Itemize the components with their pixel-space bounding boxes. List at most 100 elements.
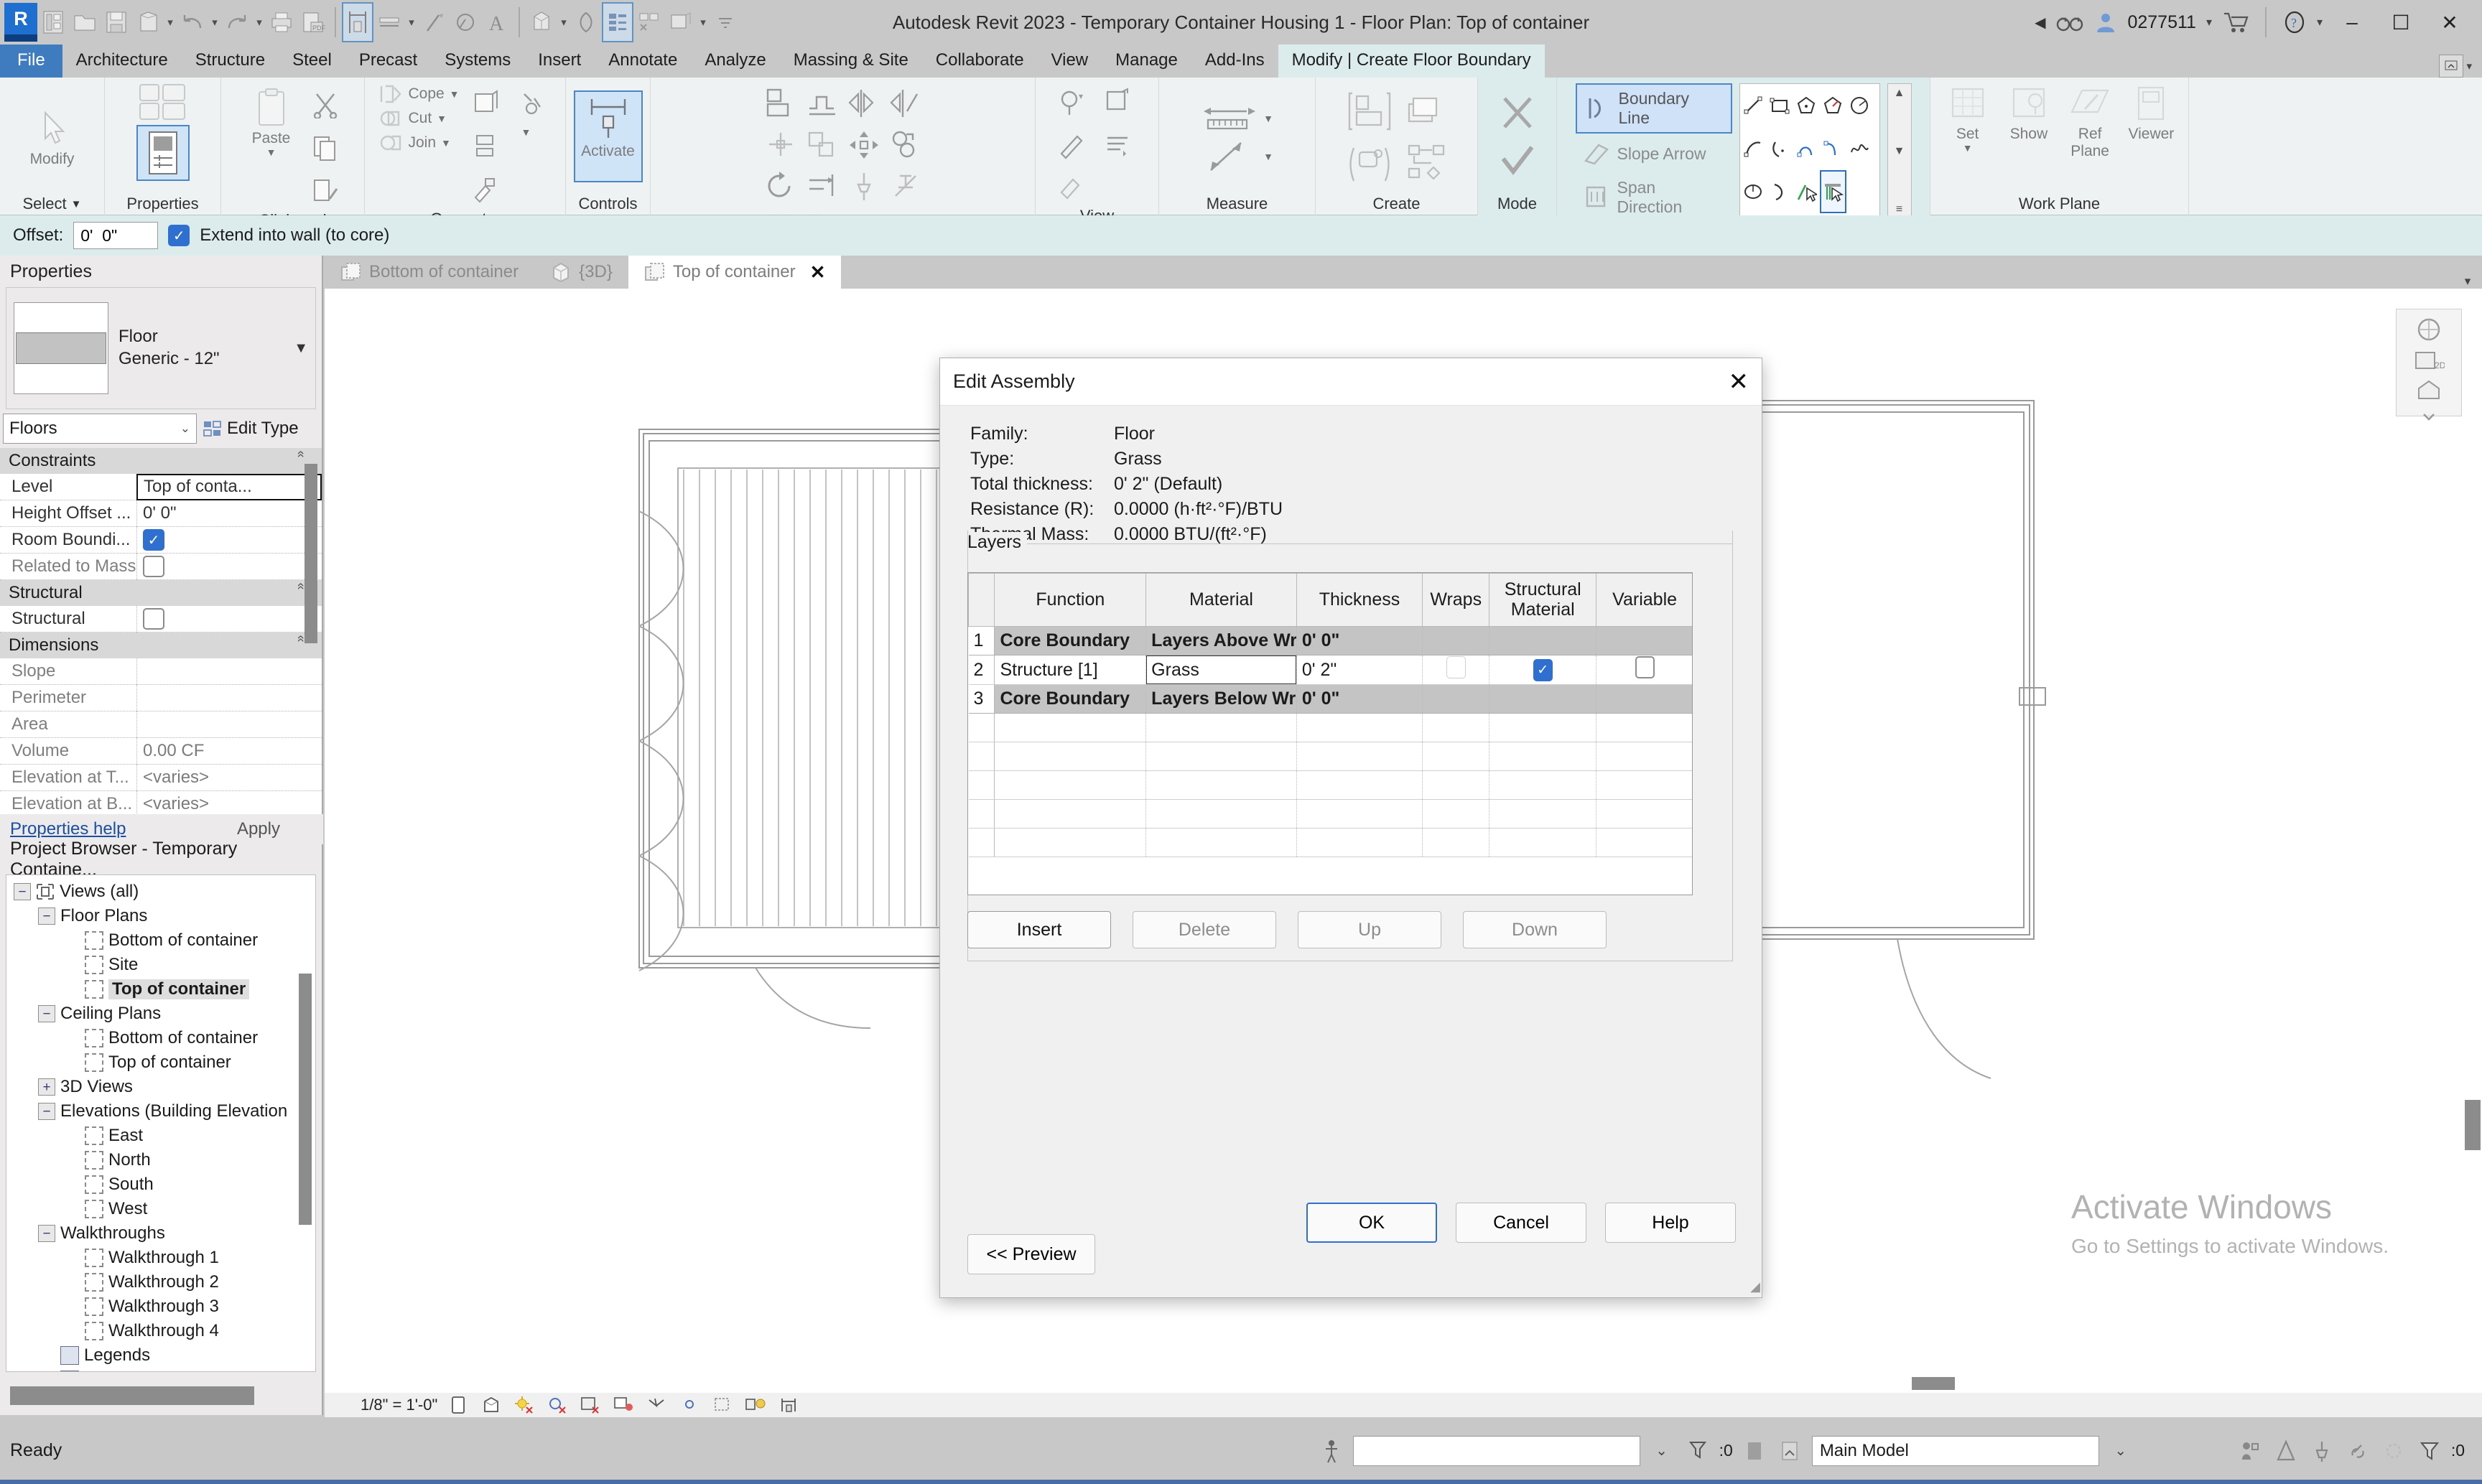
column-header-structural-material[interactable]: Structural Material [1489, 574, 1596, 627]
cell-function-1[interactable]: Core Boundary [995, 627, 1146, 655]
properties-palette-button[interactable] [136, 125, 190, 181]
view-cube-home-icon[interactable] [2409, 378, 2448, 403]
pick-walls-icon[interactable] [1820, 170, 1846, 213]
gallery-expand-icon[interactable]: ≡ [1896, 203, 1902, 216]
filter-selection-icon[interactable] [1683, 1437, 1712, 1465]
steering-wheel-icon[interactable] [2409, 315, 2448, 344]
draw-start-end-radius-arc-icon[interactable] [1740, 127, 1767, 170]
visibility-graphics-icon[interactable]: ▾ [1052, 83, 1092, 123]
join-button[interactable]: Join ▼ [378, 132, 459, 154]
offset-icon[interactable] [802, 83, 842, 123]
project-browser-vertical-scrollbar[interactable] [299, 974, 312, 1225]
column-header-function[interactable]: Function [995, 574, 1146, 627]
draw-inscribed-polygon-icon[interactable] [1793, 84, 1820, 127]
select-links-icon[interactable] [2343, 1437, 2372, 1465]
cell-wraps-2[interactable] [1423, 655, 1489, 685]
project-browser-tree[interactable]: −Views (all)−Floor PlansBottom of contai… [6, 874, 316, 1372]
gallery-scroll-down-icon[interactable]: ▼ [1894, 145, 1905, 158]
section-icon[interactable] [450, 2, 481, 42]
tree-item-schedules-quantities-all[interactable]: Schedules/Quantities (all) [6, 1368, 315, 1372]
render-icon[interactable] [570, 2, 602, 42]
cell-thickness-3[interactable]: 0' 0" [1296, 685, 1422, 714]
boundary-line-button[interactable]: Boundary Line [1576, 83, 1732, 134]
property-value-structural[interactable] [136, 606, 322, 633]
match-type-icon[interactable] [305, 171, 345, 211]
tree-item-walkthrough-2[interactable]: Walkthrough 2 [6, 1270, 315, 1294]
project-browser-horizontal-scrollbar[interactable] [10, 1386, 254, 1405]
work-plane-viewer-button[interactable]: Viewer [2121, 82, 2181, 142]
properties-help-link[interactable]: Properties help [0, 819, 126, 839]
filter-funnel-icon[interactable] [2415, 1437, 2444, 1465]
cut-geometry-button[interactable]: Cut ▼ [378, 108, 459, 129]
tree-item-east[interactable]: East [6, 1124, 315, 1148]
view-tab-bottom-of-container[interactable]: Bottom of container [325, 256, 534, 289]
category-chevron-icon[interactable]: ⌄ [180, 421, 190, 436]
draw-line-icon[interactable] [1740, 84, 1767, 127]
slope-arrow-button[interactable]: Slope Arrow [1576, 136, 1732, 171]
cell-material-3[interactable]: Layers Below Wra [1146, 685, 1297, 714]
print-icon[interactable] [266, 2, 297, 42]
default-3d-view-icon[interactable] [526, 2, 557, 42]
measure-between-references-button[interactable]: ▼ [1201, 103, 1273, 134]
tree-item-views-all[interactable]: −Views (all) [6, 879, 315, 904]
maximize-button[interactable]: ☐ [2381, 4, 2420, 40]
tab-annotate[interactable]: Annotate [595, 45, 691, 78]
override-icon[interactable] [1098, 125, 1138, 165]
view-navigation-cube[interactable]: 2D [2396, 309, 2462, 416]
cell-thickness-1[interactable]: 0' 0" [1296, 627, 1422, 655]
active-workset-combobox[interactable]: Main Model [1812, 1436, 2099, 1466]
tab-file[interactable]: File [0, 45, 62, 78]
tree-item-walkthrough-1[interactable]: Walkthrough 1 [6, 1246, 315, 1270]
view-tab-3d[interactable]: {3D} [534, 256, 628, 289]
unlock-3d-view-icon[interactable] [677, 1395, 702, 1415]
move-layer-up-button[interactable]: Up [1298, 911, 1441, 948]
draw-rectangle-icon[interactable] [1767, 84, 1793, 127]
draw-fillet-arc-icon[interactable] [1820, 127, 1846, 170]
paint-icon[interactable] [465, 169, 506, 210]
ref-plane-button[interactable]: Ref Plane [2060, 82, 2120, 159]
draw-center-ends-arc-icon[interactable] [1767, 127, 1793, 170]
canvas-vertical-scrollbar[interactable] [2465, 1100, 2481, 1150]
edit-type-button[interactable]: Edit Type [197, 419, 319, 439]
tree-item-top-of-container[interactable]: Top of container [6, 977, 315, 1002]
ribbon-minimize-icon[interactable] [2439, 55, 2463, 78]
property-row-room-bounding[interactable]: Room Boundi... ✓ [0, 527, 322, 554]
tab-systems[interactable]: Systems [431, 45, 524, 78]
trim-extend-icon[interactable] [802, 167, 842, 207]
tree-item-site[interactable]: Site [6, 953, 315, 977]
workset-chevron-icon[interactable]: ⌄ [2106, 1437, 2135, 1465]
layers-table-wrapper[interactable]: Function Material Thickness Wraps Struct… [967, 572, 1693, 895]
ok-button[interactable]: OK [1306, 1203, 1437, 1243]
property-row-height-offset[interactable]: Height Offset ... 0' 0" [0, 500, 322, 527]
tab-massing-site[interactable]: Massing & Site [780, 45, 922, 78]
tree-item-3d-views[interactable]: +3D Views [6, 1075, 315, 1099]
variable-checkbox-row2[interactable] [1635, 656, 1655, 678]
help-chevron-icon[interactable]: ▾ [2317, 15, 2323, 29]
insert-layer-button[interactable]: Insert [967, 911, 1111, 948]
view-cube-2d-icon[interactable]: 2D [2409, 350, 2448, 373]
tree-item-ceiling-plans[interactable]: −Ceiling Plans [6, 1002, 315, 1026]
select-underlay-icon[interactable] [2379, 1437, 2408, 1465]
worksets-icon[interactable] [1740, 1437, 1769, 1465]
draw-partial-ellipse-icon[interactable] [1767, 170, 1793, 213]
set-work-plane-chevron-icon[interactable]: ▼ [1963, 142, 1973, 154]
linework-icon[interactable] [1052, 125, 1092, 165]
create-assembly-icon[interactable] [1402, 139, 1452, 190]
tree-expander[interactable]: − [38, 1103, 55, 1120]
unpin-icon[interactable] [886, 167, 926, 207]
paste-button[interactable]: Paste ▼ [241, 85, 302, 158]
table-row[interactable]: 3 Core Boundary Layers Below Wra 0' 0" [969, 685, 1693, 714]
offset-input[interactable] [73, 222, 158, 249]
ribbon-options-chevron-icon[interactable]: ▾ [2466, 60, 2472, 73]
wraps-checkbox-row2[interactable] [1446, 656, 1466, 678]
pin-icon[interactable] [844, 167, 884, 207]
dialog-close-icon[interactable]: ✕ [1729, 370, 1749, 394]
minimize-button[interactable]: – [2333, 4, 2371, 40]
tree-item-legends[interactable]: Legends [6, 1343, 315, 1368]
cell-material-1[interactable]: Layers Above Wra [1146, 627, 1297, 655]
close-button[interactable]: ✕ [2430, 4, 2469, 40]
mirror-pick-axis-icon[interactable] [844, 83, 884, 123]
tree-expander[interactable]: − [14, 883, 31, 900]
crop-view-icon[interactable] [611, 1395, 636, 1415]
measure-along-element-button[interactable]: ▼ [1201, 139, 1273, 174]
